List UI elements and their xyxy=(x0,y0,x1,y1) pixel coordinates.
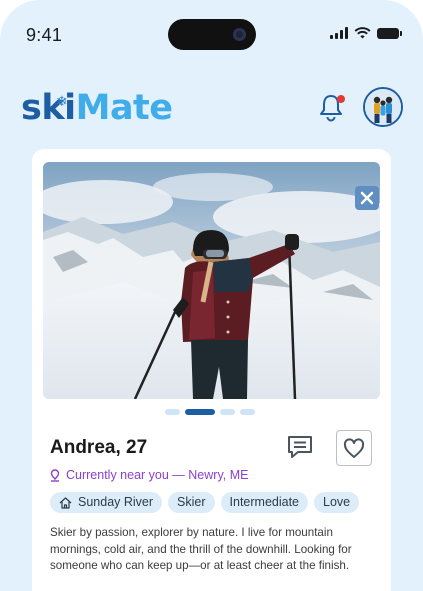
snowflake-icon: ❄ xyxy=(56,94,68,110)
profile-name-age: Andrea, 27 xyxy=(50,437,148,458)
profile-avatar-button[interactable] xyxy=(363,87,403,127)
message-button[interactable] xyxy=(286,433,314,461)
tag-label: Love xyxy=(323,495,351,509)
location-pin-icon xyxy=(50,468,60,482)
photo-pagination xyxy=(165,409,255,415)
profile-tags: Sunday River Skier Intermediate Love xyxy=(50,492,360,513)
location-line: Currently near you — Newry, ME xyxy=(50,468,248,482)
tag-label: Skier xyxy=(177,495,206,509)
home-icon xyxy=(59,496,72,509)
tag-looking-for: Love xyxy=(314,492,360,513)
pagination-dot[interactable] xyxy=(185,409,215,415)
tag-label: Intermediate xyxy=(229,495,300,509)
tag-home-resort: Sunday River xyxy=(50,492,163,513)
cellular-signal-icon xyxy=(330,27,348,39)
status-time: 9:41 xyxy=(26,25,63,45)
dismiss-button[interactable] xyxy=(355,186,379,210)
tag-sport: Skier xyxy=(168,492,215,513)
status-icons xyxy=(330,27,402,39)
tag-label: Sunday River xyxy=(78,495,154,509)
notification-badge xyxy=(337,95,345,103)
skier-photo-image xyxy=(43,162,380,399)
app-logo: skiMate ❄ xyxy=(21,88,173,128)
dynamic-island xyxy=(168,19,256,50)
notifications-button[interactable] xyxy=(316,92,346,122)
profile-card: Andrea, 27 Currently near you — Newry, M… xyxy=(32,149,391,591)
heart-icon xyxy=(343,438,365,458)
camera-icon xyxy=(233,28,246,41)
profile-photo[interactable] xyxy=(43,162,380,399)
like-button[interactable] xyxy=(336,430,372,466)
location-text: Currently near you — Newry, ME xyxy=(66,468,249,482)
pagination-dot[interactable] xyxy=(165,409,180,415)
battery-icon xyxy=(377,27,402,39)
wifi-icon xyxy=(354,27,371,39)
logo-text-ski: ski xyxy=(21,88,76,128)
profile-bio: Skier by passion, explorer by nature. I … xyxy=(50,526,352,572)
logo-text-mate: Mate xyxy=(75,88,173,128)
chat-icon xyxy=(288,436,312,458)
avatar-image xyxy=(365,89,401,125)
tag-level: Intermediate xyxy=(220,492,309,513)
app-screen: 9:41 skiMate ❄ Andrea, 27 Currently near… xyxy=(0,0,423,591)
pagination-dot[interactable] xyxy=(240,409,255,415)
close-icon xyxy=(360,191,374,205)
pagination-dot[interactable] xyxy=(220,409,235,415)
